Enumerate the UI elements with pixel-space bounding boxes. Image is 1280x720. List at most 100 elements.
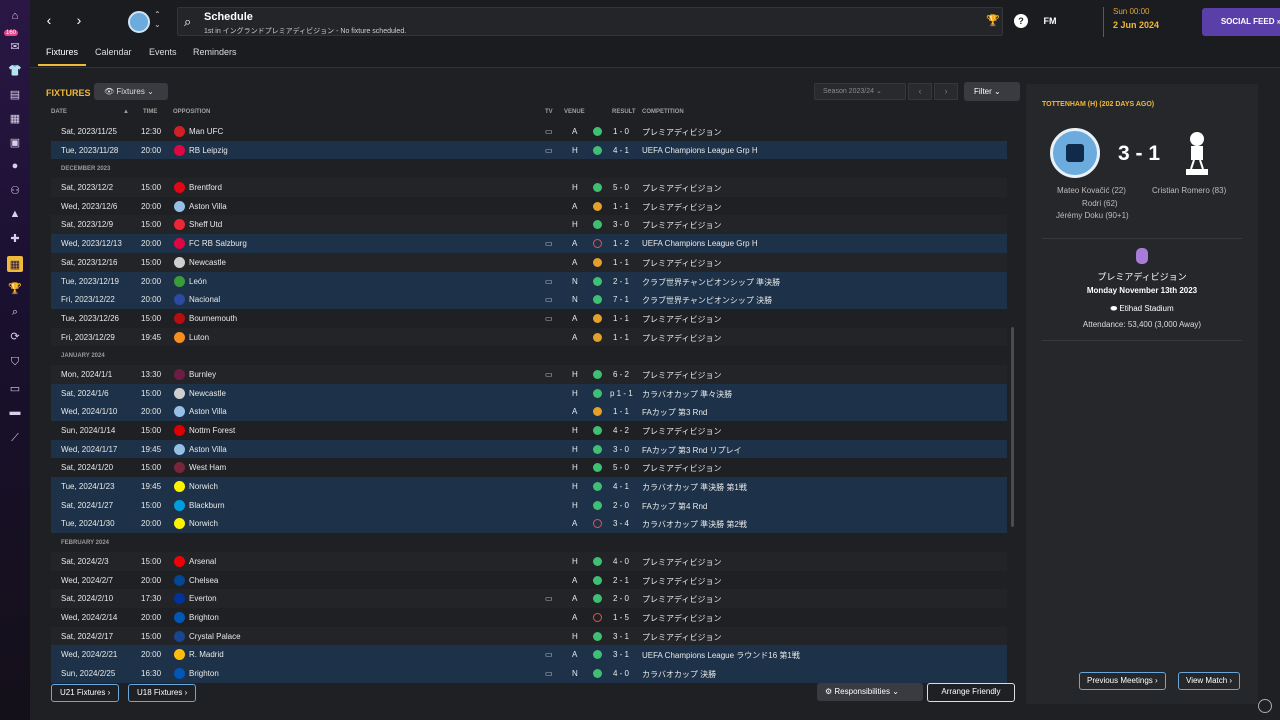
club-crest-icon[interactable] — [128, 11, 150, 33]
col-date[interactable]: DATE — [51, 109, 67, 115]
club-crest-icon[interactable] — [174, 275, 185, 287]
fixture-row[interactable]: Sat, 2023/12/2 15:00 Brentford H 5 - 0 プレミアディ… — [51, 178, 1007, 197]
fixture-competition[interactable]: クラブ世界チャンピオンシップ 準決勝 — [642, 277, 780, 288]
club-crest-icon[interactable] — [174, 182, 185, 194]
club-crest-icon[interactable] — [174, 238, 185, 250]
u21-fixtures-button[interactable]: U21 Fixtures › — [51, 684, 120, 702]
fixture-row[interactable]: Sat, 2024/2/17 15:00 Crystal Palace H 3 - 1 プ… — [51, 626, 1007, 646]
fixture-opponent[interactable]: Sheff Utd — [189, 220, 222, 229]
fixture-row[interactable]: Tue, 2023/11/28 20:00 RB Leipzig ▭ H 4 - 1 UEF… — [51, 140, 1007, 160]
back-icon[interactable]: ‹ — [42, 12, 56, 30]
fixture-competition[interactable]: プレミアディビジョン — [642, 557, 721, 568]
fixture-competition[interactable]: プレミアディビジョン — [642, 370, 721, 381]
col-tv[interactable]: TV — [545, 109, 553, 115]
club-crest-icon[interactable] — [174, 481, 185, 493]
fixture-opponent[interactable]: Brentford — [189, 183, 222, 192]
fixture-competition[interactable]: プレミアディビジョン — [642, 632, 721, 643]
club-crest-icon[interactable] — [174, 256, 185, 268]
club-crest-icon[interactable] — [174, 200, 185, 212]
fixture-opponent[interactable]: Arsenal — [189, 557, 216, 566]
club-crest-icon[interactable] — [174, 126, 185, 137]
fixture-row[interactable]: Tue, 2024/1/30 20:00 Norwich A 3 - 4 カラバオカップ … — [51, 514, 1007, 534]
fixture-row[interactable]: Wed, 2024/2/7 20:00 Chelsea A 2 - 1 プレミアディビジョ… — [51, 571, 1007, 590]
club-crest-icon[interactable] — [174, 219, 185, 231]
view-match-button[interactable]: View Match › — [1178, 672, 1241, 690]
training-icon[interactable]: ▣ — [7, 134, 23, 150]
fixture-opponent[interactable]: Aston Villa — [189, 202, 227, 211]
finances-icon[interactable]: ▭ — [7, 380, 23, 396]
fixture-competition[interactable]: UEFA Champions League ラウンド16 第1戦 — [642, 650, 800, 661]
dev-centre-icon[interactable]: ▬ — [7, 404, 23, 420]
club-switch-icon[interactable]: ⌃ ⌄ — [154, 10, 161, 30]
fixture-row[interactable]: Sun, 2024/2/25 16:30 Brighton ▭ N 4 - 0 カラバオカッ… — [51, 663, 1007, 683]
fixture-competition[interactable]: カラバオカップ 準決勝 第2戦 — [642, 519, 747, 530]
arrange-friendly-button[interactable]: Arrange Friendly — [927, 683, 1015, 702]
fixture-opponent[interactable]: Aston Villa — [189, 445, 227, 454]
col-time[interactable]: TIME — [143, 109, 157, 115]
trophy-icon[interactable]: 🏆 — [7, 280, 23, 296]
fixture-opponent[interactable]: Aston Villa — [189, 407, 227, 416]
fixture-opponent[interactable]: Chelsea — [189, 576, 218, 585]
fixture-competition[interactable]: プレミアディビジョン — [642, 314, 721, 325]
next-page-icon[interactable]: › — [934, 83, 958, 100]
medical-icon[interactable]: ● — [7, 158, 23, 174]
fixture-opponent[interactable]: Burnley — [189, 370, 216, 379]
fixture-competition[interactable]: FAカップ 第4 Rnd — [642, 501, 707, 512]
social-feed-button[interactable]: SOCIAL FEED » — [1202, 8, 1280, 36]
club-crest-icon[interactable] — [174, 611, 185, 623]
filter-button[interactable]: Filter ⌄ — [964, 82, 1020, 101]
fixture-competition[interactable]: FAカップ 第3 Rnd — [642, 407, 707, 418]
fixture-row[interactable]: Fri, 2023/12/29 19:45 Luton A 1 - 1 プレミアディビジョ… — [51, 327, 1007, 347]
club-crest-icon[interactable] — [174, 649, 185, 661]
season-select[interactable]: Season 2023/24 ⌄ — [814, 83, 906, 100]
fixture-competition[interactable]: プレミアディビジョン — [642, 613, 721, 624]
fixture-row[interactable]: Wed, 2024/1/17 19:45 Aston Villa H 3 - 0 FAカッ… — [51, 439, 1007, 459]
fixture-row[interactable]: Tue, 2023/12/19 20:00 León ▭ N 2 - 1 クラブ世界チャンピ… — [51, 271, 1007, 291]
fixture-competition[interactable]: プレミアディビジョン — [642, 333, 721, 344]
u18-fixtures-button[interactable]: U18 Fixtures › — [128, 684, 197, 702]
fixture-opponent[interactable]: Everton — [189, 594, 217, 603]
fixture-competition[interactable]: プレミアディビジョン — [642, 202, 721, 213]
fixture-row[interactable]: Sat, 2023/12/9 15:00 Sheff Utd H 3 - 0 プレミアディ… — [51, 215, 1007, 235]
tottenham-crest-icon[interactable] — [1182, 127, 1212, 181]
club-crest-icon[interactable] — [174, 443, 185, 455]
report-icon[interactable]: ⟋ — [7, 430, 23, 446]
fixture-opponent[interactable]: Man UFC — [189, 127, 223, 136]
club-crest-icon[interactable] — [174, 667, 185, 679]
fixture-competition[interactable]: クラブ世界チャンピオンシップ 決勝 — [642, 295, 772, 306]
fixture-row[interactable]: Sat, 2023/12/16 15:00 Newcastle A 1 - 1 プレミアデ… — [51, 252, 1007, 272]
fixture-row[interactable]: Sat, 2024/1/6 15:00 Newcastle Hp 1 - 1 カラバオカ… — [51, 383, 1007, 403]
col-opposition[interactable]: OPPOSITION — [173, 109, 210, 115]
fixture-competition[interactable]: プレミアディビジョン — [642, 127, 721, 138]
fixture-opponent[interactable]: León — [189, 277, 207, 286]
club-crest-icon[interactable] — [174, 425, 185, 436]
tab-calendar[interactable]: Calendar — [87, 47, 140, 64]
club-info-icon[interactable]: ⛉ — [7, 354, 23, 370]
staff-icon[interactable]: ⚇ — [7, 182, 23, 198]
fixture-competition[interactable]: UEFA Champions League Grp H — [642, 239, 758, 248]
fixture-competition[interactable]: カラバオカップ 決勝 — [642, 669, 716, 680]
fixture-row[interactable]: Sun, 2024/1/14 15:00 Nottm Forest H 4 - 2 プレミ… — [51, 421, 1007, 440]
fixture-row[interactable]: Mon, 2024/1/1 13:30 Burnley ▭ H 6 - 2 プレミアディビジ… — [51, 364, 1007, 384]
club-crest-icon[interactable] — [174, 294, 185, 306]
fixture-row[interactable]: Sat, 2024/1/20 15:00 West Ham H 5 - 0 プレミアディビ… — [51, 458, 1007, 477]
fixtures-dropdown[interactable]: 👁 Fixtures ⌄ — [94, 83, 168, 100]
scrollbar[interactable] — [1011, 327, 1014, 527]
dynamics-icon[interactable]: ▲ — [7, 206, 23, 222]
data-hub-icon[interactable]: ▦ — [7, 110, 23, 126]
man-city-crest-icon[interactable] — [1050, 128, 1100, 178]
col-competition[interactable]: COMPETITION — [642, 109, 684, 115]
home-icon[interactable]: ⌂ — [7, 8, 23, 24]
fixture-opponent[interactable]: Blackburn — [189, 501, 225, 510]
club-crest-icon[interactable] — [174, 387, 185, 399]
squad-icon[interactable]: 👕 — [7, 62, 23, 78]
club-crest-icon[interactable] — [174, 331, 185, 343]
fixture-row[interactable]: Wed, 2023/12/6 20:00 Aston Villa A 1 - 1 プレミア… — [51, 197, 1007, 216]
fixture-opponent[interactable]: Luton — [189, 333, 209, 342]
fixture-row[interactable]: Wed, 2023/12/13 20:00 FC RB Salzburg ▭ A 1 - … — [51, 234, 1007, 253]
club-crest-icon[interactable] — [174, 406, 185, 418]
tab-reminders[interactable]: Reminders — [185, 47, 245, 64]
fixture-opponent[interactable]: Brighton — [189, 613, 219, 622]
fixture-competition[interactable]: カラバオカップ 準々決勝 — [642, 389, 732, 400]
club-crest-icon[interactable] — [174, 518, 185, 530]
